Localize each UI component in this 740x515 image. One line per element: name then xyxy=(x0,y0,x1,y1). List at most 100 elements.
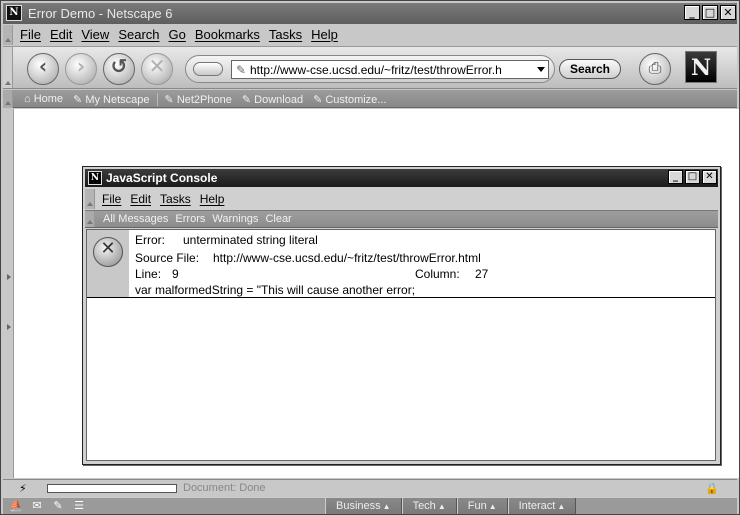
close-button[interactable]: ✕ xyxy=(720,5,736,20)
toolbar-customize[interactable]: ✎ Customize... xyxy=(310,93,389,106)
tab-business-label: Business xyxy=(336,500,381,512)
forward-icon: › xyxy=(76,54,86,78)
error-message: unterminated string literal xyxy=(183,233,318,247)
tab-interact[interactable]: Interact ▲ xyxy=(507,498,577,514)
error-label: Error: xyxy=(135,233,165,247)
menu-tasks[interactable]: Tasks xyxy=(269,27,302,42)
clear-button[interactable]: Clear xyxy=(265,213,291,225)
source-code-line: var malformedString = "This will cause a… xyxy=(135,283,416,297)
composer-icon[interactable]: ✎ xyxy=(49,499,67,513)
line-label: Line: xyxy=(135,267,162,281)
url-history-dropdown-icon[interactable] xyxy=(537,67,545,72)
back-icon: ‹ xyxy=(38,54,48,78)
toolbar-download-label: Download xyxy=(254,94,304,106)
menu-file[interactable]: File xyxy=(20,27,41,42)
console-message-list[interactable]: ✕ Error: unterminated string literal Sour… xyxy=(86,229,716,461)
toolbar-download[interactable]: ✎ Download xyxy=(239,93,306,106)
menu-search[interactable]: Search xyxy=(118,27,159,42)
reload-button[interactable]: ↺ xyxy=(103,53,135,85)
personal-toolbar-grippy[interactable] xyxy=(3,90,13,108)
line-number-row: Line: 9 xyxy=(135,267,179,281)
title-bar[interactable]: N Error Demo - Netscape 6 _ □ ✕ xyxy=(3,3,737,24)
console-menu-tasks[interactable]: Tasks xyxy=(160,192,191,206)
menu-view[interactable]: View xyxy=(81,27,109,42)
column-label: Column: xyxy=(415,267,460,281)
menu-bookmarks[interactable]: Bookmarks xyxy=(195,27,260,42)
sidebar-expand-arrow-icon[interactable] xyxy=(7,274,11,280)
console-title-bar[interactable]: N JavaScript Console _ □ ✕ xyxy=(85,169,718,187)
error-line: Error: unterminated string literal xyxy=(135,233,318,247)
url-input[interactable]: ✎ http://www-cse.ucsd.edu/~fritz/test/th… xyxy=(231,60,549,79)
line-value: 9 xyxy=(172,267,179,281)
chevron-up-icon: ▲ xyxy=(557,502,566,511)
console-error-entry[interactable]: ✕ Error: unterminated string literal Sour… xyxy=(87,230,715,298)
address-book-icon[interactable]: ☰ xyxy=(70,499,88,513)
toolbar-net2phone[interactable]: ✎ Net2Phone xyxy=(162,93,235,106)
netscape-app-icon[interactable]: N xyxy=(6,5,22,21)
tab-fun-label: Fun xyxy=(467,500,487,512)
console-maximize-button[interactable]: □ xyxy=(685,170,700,184)
console-menu-help[interactable]: Help xyxy=(200,192,225,206)
error-icon: ✕ xyxy=(93,237,123,267)
console-menu-file[interactable]: File xyxy=(102,192,121,206)
column-number-row: Column: 27 xyxy=(415,267,488,281)
url-dropdown-toggle[interactable] xyxy=(193,62,223,76)
stop-button[interactable]: ✕ xyxy=(141,53,173,85)
search-button[interactable]: Search xyxy=(559,59,621,79)
page-proxy-icon[interactable]: ✎ xyxy=(236,63,246,77)
toolbar-separator xyxy=(156,93,158,106)
sidebar-splitter[interactable] xyxy=(3,109,14,478)
window-title: Error Demo - Netscape 6 xyxy=(28,6,173,21)
console-toolbar: All Messages Errors Warnings Clear xyxy=(85,210,718,228)
tab-business[interactable]: Business ▲ xyxy=(325,498,402,514)
toolbar-home-label: Home xyxy=(33,93,64,105)
menu-edit[interactable]: Edit xyxy=(50,27,72,42)
console-toolbar-grippy[interactable] xyxy=(85,211,95,227)
tab-fun[interactable]: Fun ▲ xyxy=(456,498,508,514)
status-text: Document: Done xyxy=(183,482,266,494)
navigator-icon[interactable]: ⛵ xyxy=(7,499,25,513)
progress-meter xyxy=(47,484,177,493)
console-menu-bar: File Edit Tasks Help xyxy=(85,189,718,209)
navbar-collapse-grippy[interactable] xyxy=(3,47,13,88)
toolbar-home[interactable]: ⌂ Home xyxy=(21,93,66,106)
menu-go[interactable]: Go xyxy=(169,27,186,42)
toolbar-customize-label: Customize... xyxy=(325,94,387,106)
warnings-button[interactable]: Warnings xyxy=(212,213,258,225)
mail-icon[interactable]: ✉ xyxy=(28,499,46,513)
toolbar-my-netscape[interactable]: ✎ My Netscape xyxy=(70,93,152,106)
menu-help[interactable]: Help xyxy=(311,27,338,42)
forward-button[interactable]: › xyxy=(65,53,97,85)
reload-icon: ↺ xyxy=(110,54,128,78)
back-button[interactable]: ‹ xyxy=(27,53,59,85)
navigation-toolbar: ‹ › ↺ ✕ ✎ http://www-cse.ucsd.edu/~fritz… xyxy=(3,46,737,89)
url-bar-container: ✎ http://www-cse.ucsd.edu/~fritz/test/th… xyxy=(185,55,555,83)
netscape-throbber-logo[interactable]: N xyxy=(685,51,717,83)
column-value: 27 xyxy=(475,267,489,281)
menu-bar: File Edit View Search Go Bookmarks Tasks… xyxy=(3,25,737,45)
source-file-link[interactable]: http://www-cse.ucsd.edu/~fritz/test/thro… xyxy=(213,251,481,265)
personal-toolbar: ⌂ Home ✎ My Netscape ✎ Net2Phone ✎ Downl… xyxy=(3,90,737,108)
javascript-console-window: N JavaScript Console _ □ ✕ File Edit Tas… xyxy=(82,166,721,465)
minimize-button[interactable]: _ xyxy=(684,5,700,20)
console-app-icon[interactable]: N xyxy=(88,171,102,185)
toolbar-my-netscape-label: My Netscape xyxy=(85,94,150,106)
maximize-button[interactable]: □ xyxy=(702,5,718,20)
security-lock-icon[interactable]: 🔒 xyxy=(705,482,719,495)
console-menubar-grippy[interactable] xyxy=(85,189,95,209)
chevron-up-icon: ▲ xyxy=(437,502,446,511)
url-text[interactable]: http://www-cse.ucsd.edu/~fritz/test/thro… xyxy=(250,63,530,77)
menubar-collapse-grippy[interactable] xyxy=(3,25,13,45)
console-minimize-button[interactable]: _ xyxy=(668,170,683,184)
sidebar-expand-arrow-icon[interactable] xyxy=(7,324,11,330)
print-button[interactable]: ⎙ xyxy=(639,53,671,85)
online-status-icon[interactable]: ⚡ xyxy=(19,482,27,495)
all-messages-button[interactable]: All Messages xyxy=(103,213,168,225)
tab-tech[interactable]: Tech ▲ xyxy=(401,498,457,514)
console-close-button[interactable]: ✕ xyxy=(702,170,717,184)
errors-button[interactable]: Errors xyxy=(175,213,205,225)
chevron-up-icon: ▲ xyxy=(382,502,391,511)
chevron-up-icon: ▲ xyxy=(488,502,497,511)
print-icon: ⎙ xyxy=(648,60,662,77)
console-menu-edit[interactable]: Edit xyxy=(130,192,151,206)
